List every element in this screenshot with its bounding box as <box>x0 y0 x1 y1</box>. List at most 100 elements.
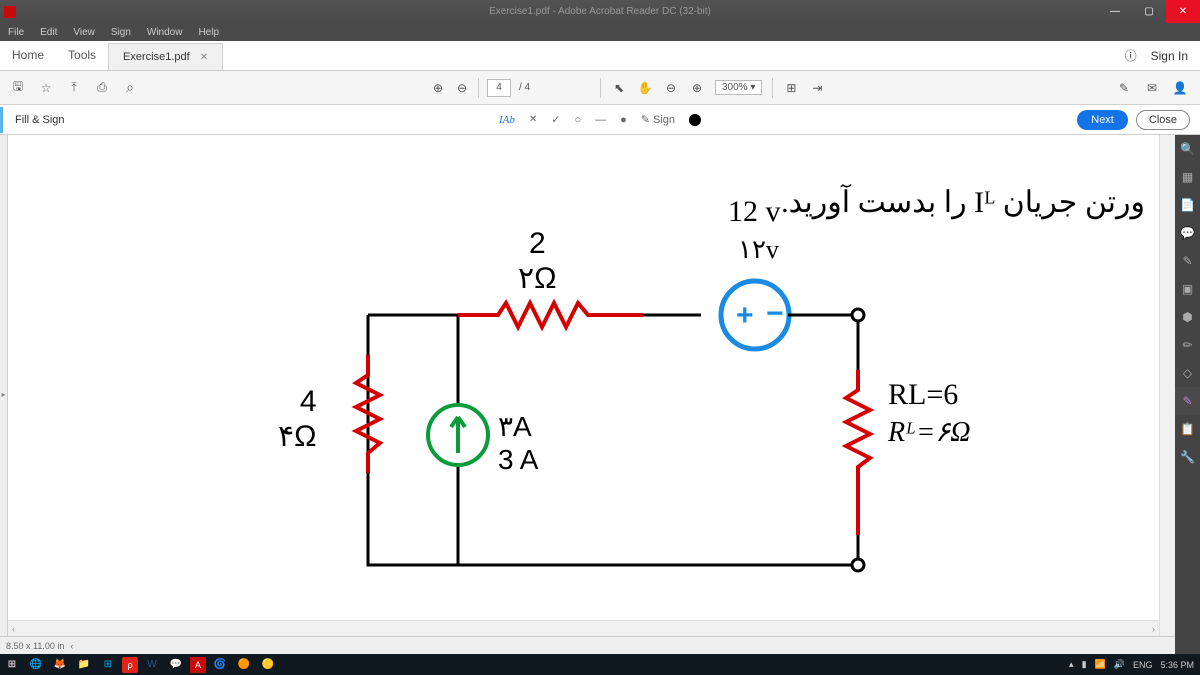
cloud-icon[interactable]: ⤒ <box>66 80 82 96</box>
tab-home[interactable]: Home <box>0 41 56 70</box>
tool-icon[interactable]: ✏ <box>1175 331 1200 359</box>
page-up-icon[interactable]: ⊕ <box>430 80 446 96</box>
fillsign-tool-icon[interactable]: ✎ <box>1175 387 1200 415</box>
tool-icon[interactable]: 🔍 <box>1175 135 1200 163</box>
tool-icon[interactable]: 📄 <box>1175 191 1200 219</box>
volume-icon[interactable]: 🔊 <box>1114 659 1125 670</box>
taskbar-icon[interactable]: ⊞ <box>96 654 120 675</box>
fit-page-icon[interactable]: ⇥ <box>809 80 825 96</box>
tool-icon[interactable]: ✎ <box>1175 247 1200 275</box>
tabs-row: Home Tools Exercise1.pdf ✕ ⓘ Sign In <box>0 41 1200 71</box>
start-button[interactable]: ⊞ <box>0 654 24 675</box>
minimize-button[interactable]: — <box>1098 0 1132 23</box>
system-tray[interactable]: ▴ ▮ 📶 🔊 ENG 5:36 PM <box>1069 659 1200 670</box>
check-tool[interactable]: ✓ <box>551 113 560 126</box>
menu-sign[interactable]: Sign <box>103 27 139 38</box>
scrollbar-vertical[interactable] <box>1159 135 1175 636</box>
svg-text:−: − <box>766 297 784 330</box>
zoom-out-icon[interactable]: ⊖ <box>663 80 679 96</box>
color-tool[interactable] <box>689 114 701 126</box>
app-icon <box>4 6 16 18</box>
tab-tools[interactable]: Tools <box>56 41 108 70</box>
next-button[interactable]: Next <box>1077 110 1128 130</box>
circuit-svg: + − <box>268 205 1168 625</box>
lang-indicator[interactable]: ENG <box>1133 660 1153 670</box>
circuit-diagram: ورتن جریان Iᴸ را بدست آورید. 12 v ١٢v 2٢… <box>8 135 1175 636</box>
titlebar: Exercise1.pdf - Adobe Acrobat Reader DC … <box>0 0 1200 23</box>
taskbar: ⊞ 🌐 🦊 📁 ⊞ ρ W 💬 A 🌀 🟠 🟡 ▴ ▮ 📶 🔊 ENG 5:36… <box>0 654 1200 675</box>
page-total: / 4 <box>519 82 530 93</box>
statusbar: 8.50 x 11.00 in ‹ <box>0 636 1175 654</box>
dot-tool[interactable]: ● <box>620 114 627 126</box>
separator <box>600 78 601 98</box>
tool-icon[interactable]: 🔧 <box>1175 443 1200 471</box>
taskbar-icon[interactable]: 🟡 <box>256 654 280 675</box>
clock[interactable]: 5:36 PM <box>1160 660 1194 670</box>
annotate-icon[interactable]: ✎ <box>1116 80 1132 96</box>
taskbar-icon[interactable]: 🌐 <box>24 654 48 675</box>
hand-icon[interactable]: ✋ <box>637 80 653 96</box>
person-icon[interactable]: 👤 <box>1172 80 1188 96</box>
tool-icon[interactable]: ▦ <box>1175 163 1200 191</box>
fillsign-label[interactable]: Fill & Sign <box>0 107 77 133</box>
taskbar-acrobat-icon[interactable]: A <box>190 657 206 673</box>
menu-window[interactable]: Window <box>139 27 191 38</box>
print-icon[interactable]: ⎙ <box>94 80 110 96</box>
circle-tool[interactable]: ○ <box>574 114 581 126</box>
battery-icon[interactable]: ▮ <box>1082 659 1087 670</box>
toolbar: 🖫 ☆ ⤒ ⎙ ⌕ ⊕ ⊖ 4 / 4 ⬉ ✋ ⊖ ⊕ 300% ▾ ⊞ ⇥ ✎… <box>0 71 1200 105</box>
taskbar-icon[interactable]: 📁 <box>72 654 96 675</box>
separator <box>478 78 479 98</box>
zoom-in-icon[interactable]: ⊕ <box>689 80 705 96</box>
tab-document-label: Exercise1.pdf <box>123 51 190 63</box>
taskbar-icon[interactable]: 💬 <box>164 654 188 675</box>
save-icon[interactable]: 🖫 <box>10 80 26 96</box>
tool-icon[interactable]: 💬 <box>1175 219 1200 247</box>
sign-in-link[interactable]: Sign In <box>1151 49 1188 63</box>
menu-help[interactable]: Help <box>190 27 227 38</box>
tab-close-icon[interactable]: ✕ <box>200 52 208 63</box>
taskbar-icon[interactable]: ρ <box>122 657 138 673</box>
wifi-icon[interactable]: 📶 <box>1095 659 1106 670</box>
right-tools-panel: 🔍 ▦ 📄 💬 ✎ ▣ ⬢ ✏ ◇ ✎ 📋 🔧 <box>1175 135 1200 654</box>
separator <box>772 78 773 98</box>
left-panel-toggle[interactable]: ▸ <box>0 135 8 654</box>
taskbar-icon[interactable]: 🌀 <box>208 654 232 675</box>
share-icon[interactable]: ✉ <box>1144 80 1160 96</box>
tool-icon[interactable]: ▣ <box>1175 275 1200 303</box>
workspace: ▸ ورتن جریان Iᴸ را بدست آورید. 12 v ١٢v … <box>0 135 1200 654</box>
document-area[interactable]: ورتن جریان Iᴸ را بدست آورید. 12 v ١٢v 2٢… <box>8 135 1175 636</box>
sign-tool[interactable]: ✎ Sign <box>641 113 675 126</box>
tool-icon[interactable]: 📋 <box>1175 415 1200 443</box>
menu-edit[interactable]: Edit <box>32 27 65 38</box>
tool-icon[interactable]: ◇ <box>1175 359 1200 387</box>
iab-tool[interactable]: IAb <box>499 114 515 126</box>
fit-width-icon[interactable]: ⊞ <box>783 80 799 96</box>
menu-file[interactable]: File <box>0 27 32 38</box>
chevron-icon[interactable]: ‹ <box>70 641 73 651</box>
line-tool[interactable]: — <box>595 114 606 126</box>
taskbar-icon[interactable]: 🟠 <box>232 654 256 675</box>
menubar: File Edit View Sign Window Help <box>0 23 1200 41</box>
tab-document[interactable]: Exercise1.pdf ✕ <box>108 43 223 70</box>
star-icon[interactable]: ☆ <box>38 80 54 96</box>
maximize-button[interactable]: ▢ <box>1132 0 1166 23</box>
close-button[interactable]: Close <box>1136 110 1190 130</box>
close-button[interactable]: ✕ <box>1166 0 1200 23</box>
tool-icon[interactable]: ⬢ <box>1175 303 1200 331</box>
page-input[interactable]: 4 <box>487 79 511 97</box>
pointer-icon[interactable]: ⬉ <box>611 80 627 96</box>
x-tool[interactable]: ✕ <box>529 114 537 125</box>
scrollbar-horizontal[interactable]: ‹› <box>8 620 1159 636</box>
tray-chevron-icon[interactable]: ▴ <box>1069 659 1074 670</box>
page-dimensions: 8.50 x 11.00 in <box>6 641 64 651</box>
page-down-icon[interactable]: ⊖ <box>454 80 470 96</box>
zoom-level[interactable]: 300% ▾ <box>715 80 762 95</box>
search-icon[interactable]: ⌕ <box>122 80 138 96</box>
help-icon[interactable]: ⓘ <box>1123 48 1139 64</box>
fillsign-bar: Fill & Sign IAb ✕ ✓ ○ — ● ✎ Sign Next Cl… <box>0 105 1200 135</box>
menu-view[interactable]: View <box>65 27 103 38</box>
taskbar-icon[interactable]: W <box>140 654 164 675</box>
taskbar-icon[interactable]: 🦊 <box>48 654 72 675</box>
window-title: Exercise1.pdf - Adobe Acrobat Reader DC … <box>489 6 711 17</box>
